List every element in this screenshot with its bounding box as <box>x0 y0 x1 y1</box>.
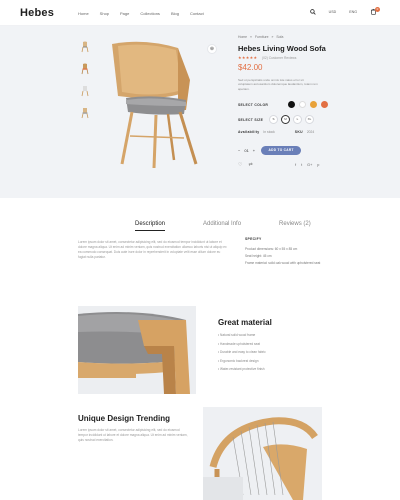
list-item: • Durable and easy to clean fabric <box>218 350 266 355</box>
product-actions: ♡ ⇄ <box>238 162 253 168</box>
cart-count-badge: 0 <box>375 7 380 12</box>
feature-material-list: • Natural solid wood frame • Handmade up… <box>218 333 318 376</box>
tab-additional-info[interactable]: Additional Info <box>203 221 241 227</box>
specifications: SPECIFY Product dimensions: 60 x 55 x 85… <box>245 237 335 269</box>
availability-value: In stock <box>263 130 275 134</box>
color-swatch-orange[interactable] <box>321 101 328 108</box>
share-links: f t G+ p <box>295 163 319 167</box>
tab-reviews[interactable]: Reviews (2) <box>279 221 311 227</box>
product-main-image <box>104 40 216 175</box>
spec-item: Product dimensions: 60 x 55 x 85 cm <box>245 247 298 251</box>
zoom-icon[interactable]: ⊕ <box>207 44 217 54</box>
twitter-icon[interactable]: t <box>301 163 302 167</box>
color-swatch-black[interactable] <box>288 101 295 108</box>
quantity-decrease-button[interactable]: − <box>238 148 240 153</box>
nav-item-page[interactable]: Page <box>120 11 129 16</box>
list-item: • Ergonomic backrest design <box>218 358 259 363</box>
purchase-row: − 01 + ADD TO CART <box>238 146 302 155</box>
breadcrumb-furniture[interactable]: Furniture <box>255 35 269 39</box>
add-to-cart-button[interactable]: ADD TO CART <box>261 146 302 155</box>
product-price: $42.00 <box>238 63 263 72</box>
size-selector: SELECT SIZE S M L XL <box>238 115 314 124</box>
sku-label: SKU <box>294 130 303 134</box>
feature-design-title: Unique Design Trending <box>78 414 171 423</box>
currency-select[interactable]: USD <box>329 10 337 14</box>
nav-item-contact[interactable]: Contact <box>190 11 204 16</box>
pinterest-icon[interactable]: p <box>317 163 319 167</box>
header-actions: USD ENG 0 <box>309 7 380 16</box>
heart-icon[interactable]: ♡ <box>238 162 242 168</box>
feature-material-title: Great material <box>218 318 272 327</box>
active-tab-indicator <box>135 230 165 231</box>
sku-value: 2024 <box>306 130 315 134</box>
material-detail-image <box>78 306 196 394</box>
spec-item: Frame material: solid oak wood with upho… <box>245 261 321 266</box>
top-bar: Hebes Home Shop Page Collections Blog Co… <box>0 0 400 26</box>
main-nav: Home Shop Page Collections Blog Contact <box>78 11 204 16</box>
language-select[interactable]: ENG <box>349 10 357 14</box>
tab-description[interactable]: Description <box>135 221 165 227</box>
product-title: Hebes Living Wood Sofa <box>238 44 326 53</box>
availability-row: Availability In stock SKU 2024 <box>238 130 314 134</box>
logo[interactable]: Hebes <box>20 7 54 19</box>
nav-item-blog[interactable]: Blog <box>171 11 179 16</box>
breadcrumb-home[interactable]: Home <box>238 35 247 39</box>
select-color-label: SELECT COLOR <box>238 102 269 107</box>
nav-item-shop[interactable]: Shop <box>100 11 109 16</box>
quantity-increase-button[interactable]: + <box>253 148 255 153</box>
breadcrumb: Home » Furniture » Sofa <box>238 35 284 39</box>
google-plus-icon[interactable]: G+ <box>307 163 312 167</box>
size-option-xl[interactable]: XL <box>305 115 314 124</box>
design-detail-image <box>203 407 322 500</box>
color-swatch-white[interactable] <box>299 101 306 108</box>
color-swatch-yellow[interactable] <box>310 101 317 108</box>
color-selector: SELECT COLOR <box>238 101 328 108</box>
product-tabs: Description Additional Info Reviews (2) <box>135 221 311 227</box>
product-short-description: Sed ut perspiciatis unde omnis iste natu… <box>238 78 318 91</box>
list-item: • Handmade upholstered seat <box>218 341 261 346</box>
size-option-l[interactable]: L <box>293 115 302 124</box>
thumbnail-2[interactable] <box>80 62 90 75</box>
quantity-value[interactable]: 01 <box>244 148 248 153</box>
breadcrumb-sofa: Sofa <box>276 35 284 39</box>
list-item: • Natural solid wood frame <box>218 333 256 337</box>
facebook-icon[interactable]: f <box>295 163 296 167</box>
product-thumbnails <box>80 40 90 119</box>
feature-design-text: Lorem ipsum dolor sit amet, consectetur … <box>78 428 188 442</box>
thumbnail-1[interactable] <box>80 40 90 53</box>
size-option-m[interactable]: M <box>281 115 290 124</box>
nav-item-collections[interactable]: Collections <box>140 11 160 16</box>
search-icon[interactable] <box>309 8 316 16</box>
rating-stars: ★★★★★ <box>238 55 258 60</box>
select-size-label: SELECT SIZE <box>238 117 264 122</box>
spec-item: Seat height: 45 cm <box>245 254 272 259</box>
list-item: • Water-resistant protective finish <box>218 367 265 372</box>
review-count[interactable]: (02) Customer Reviews <box>262 56 296 60</box>
nav-item-home[interactable]: Home <box>78 11 89 16</box>
compare-icon[interactable]: ⇄ <box>248 162 252 168</box>
thumbnail-3[interactable] <box>80 84 90 97</box>
specifications-heading: SPECIFY <box>245 237 262 241</box>
cart-icon[interactable]: 0 <box>370 7 380 16</box>
size-option-s[interactable]: S <box>269 115 278 124</box>
quantity-stepper: − 01 + <box>238 148 255 153</box>
description-text: Lorem ipsum dolor sit amet, consectetur … <box>78 240 227 259</box>
availability-label: Availability <box>238 130 260 134</box>
thumbnail-4[interactable] <box>80 106 90 119</box>
